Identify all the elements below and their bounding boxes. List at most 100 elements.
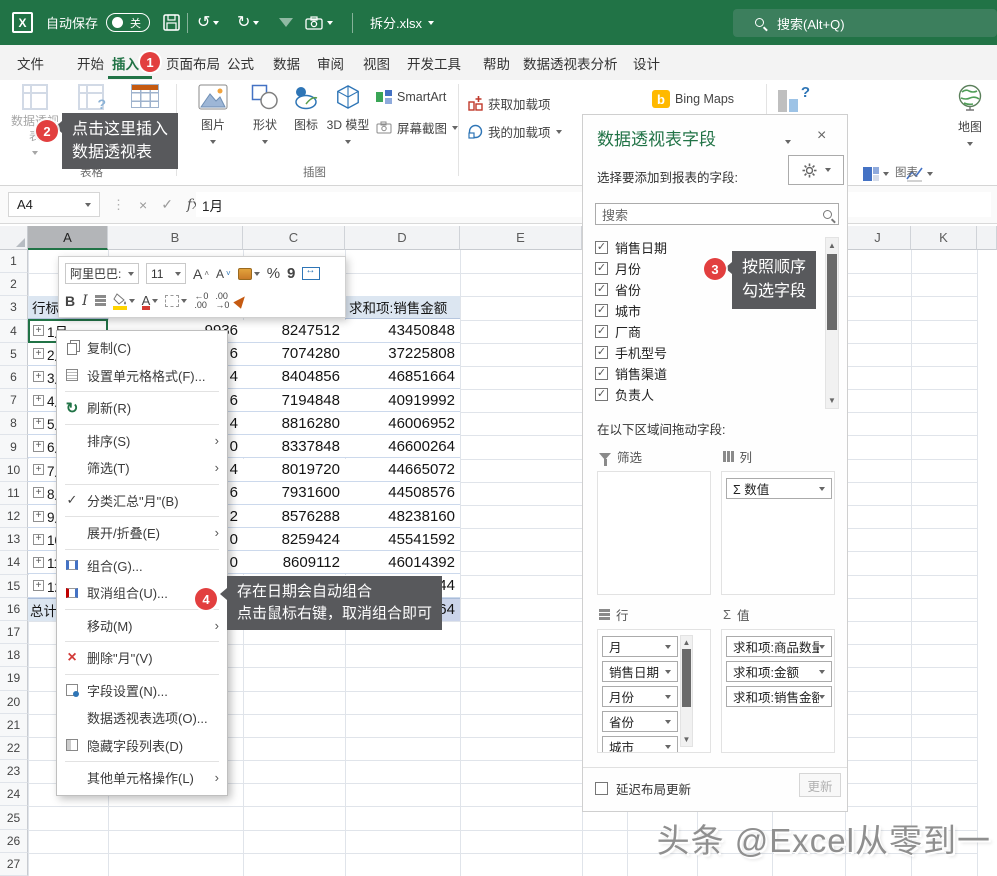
row-header-9[interactable]: 9: [0, 435, 28, 459]
column-header-J[interactable]: J: [845, 226, 911, 250]
menu-item-7[interactable]: 组合(G)...: [57, 552, 227, 580]
chart-type-button-1[interactable]: [862, 166, 889, 182]
row-header-10[interactable]: 10: [0, 458, 28, 482]
search-box[interactable]: 搜索(Alt+Q): [733, 9, 997, 37]
expand-icon[interactable]: +: [33, 533, 44, 545]
panel-options-button[interactable]: [785, 133, 791, 147]
cell-C14[interactable]: 8609112: [243, 551, 345, 575]
camera-button[interactable]: [305, 0, 333, 45]
menu-item-13[interactable]: 隐藏字段列表(D): [57, 732, 227, 760]
row-header-15[interactable]: 15: [0, 574, 28, 598]
menu-item-14[interactable]: 其他单元格操作(L) ›: [57, 764, 227, 792]
save-button[interactable]: [163, 0, 180, 45]
expand-icon[interactable]: +: [33, 348, 44, 360]
row-header-26[interactable]: 26: [0, 829, 28, 853]
expand-icon[interactable]: +: [33, 394, 44, 406]
values-chip-0[interactable]: 求和项:商品数量: [726, 636, 832, 657]
rows-chip-2[interactable]: 月份: [602, 686, 678, 707]
row-header-3[interactable]: 3: [0, 296, 28, 320]
filters-area-box[interactable]: [597, 471, 711, 595]
row-header-23[interactable]: 23: [0, 760, 28, 784]
cell-C9[interactable]: 8337848: [243, 435, 345, 459]
row-header-22[interactable]: 22: [0, 736, 28, 761]
tab-插入[interactable]: 插入: [112, 45, 139, 80]
italic-button[interactable]: I: [82, 293, 88, 309]
cell-D8[interactable]: 46006952: [345, 412, 460, 436]
bing-maps-button[interactable]: b Bing Maps: [652, 90, 734, 108]
cell-C5[interactable]: 7074280: [243, 342, 345, 366]
row-header-1[interactable]: 1: [0, 250, 28, 274]
recommended-charts-button[interactable]: ?: [778, 84, 810, 112]
autosave-toggle[interactable]: 关: [106, 0, 150, 45]
row-header-12[interactable]: 12: [0, 505, 28, 529]
column-header-E[interactable]: E: [460, 226, 582, 250]
values-chip-1[interactable]: 求和项:金额: [726, 661, 832, 682]
tab-设计[interactable]: 设计: [633, 45, 660, 80]
field-checkbox[interactable]: ✓: [595, 304, 608, 317]
cell-C6[interactable]: 8404856: [243, 365, 345, 389]
field-checkbox[interactable]: ✓: [595, 346, 608, 359]
border-style-dropdown[interactable]: [165, 294, 188, 307]
format-painter-button[interactable]: [233, 292, 250, 309]
decrease-font-button[interactable]: A ˅: [216, 267, 231, 281]
undo-button[interactable]: ↺: [197, 0, 220, 45]
select-all-corner[interactable]: [0, 226, 28, 250]
tab-视图[interactable]: 视图: [363, 45, 390, 80]
get-addins-button[interactable]: 获取加载项: [468, 94, 551, 113]
name-box-splitter[interactable]: ⋮: [112, 197, 125, 213]
row-header-24[interactable]: 24: [0, 783, 28, 807]
redo-button[interactable]: ↻: [237, 0, 260, 45]
field-search-input[interactable]: 搜索: [595, 203, 839, 225]
columns-area-box[interactable]: Σ 数值: [721, 471, 835, 595]
document-title[interactable]: 拆分.xlsx: [370, 0, 435, 45]
screenshot-button[interactable]: 屏幕截图: [376, 118, 459, 137]
map-button[interactable]: 地图: [946, 84, 994, 150]
cell-C8[interactable]: 8816280: [243, 412, 345, 436]
row-header-6[interactable]: 6: [0, 365, 28, 390]
cancel-button[interactable]: ×: [139, 197, 147, 213]
columns-chip-0[interactable]: Σ 数值: [726, 478, 832, 499]
row-header-16[interactable]: 16: [0, 597, 28, 621]
tab-文件[interactable]: 文件: [17, 45, 44, 80]
smartart-button[interactable]: SmartArt: [376, 90, 446, 104]
cell-D14[interactable]: 46014392: [345, 551, 460, 575]
expand-icon[interactable]: +: [33, 371, 44, 383]
row-header-8[interactable]: 8: [0, 412, 28, 436]
row-header-5[interactable]: 5: [0, 342, 28, 366]
cell-C7[interactable]: 7194848: [243, 389, 345, 413]
comma-style-button[interactable]: 9: [287, 265, 295, 282]
row-header-27[interactable]: 27: [0, 852, 28, 876]
pivot-style-dropdown[interactable]: [237, 267, 260, 280]
filter-button[interactable]: [279, 0, 293, 45]
menu-item-12[interactable]: 数据透视表选项(O)...: [57, 704, 227, 732]
column-header-C[interactable]: C: [243, 226, 345, 250]
field-checkbox[interactable]: ✓: [595, 262, 608, 275]
rows-chip-1[interactable]: 销售日期: [602, 661, 678, 682]
cell-C13[interactable]: 8259424: [243, 528, 345, 552]
update-button[interactable]: 更新: [799, 773, 841, 797]
font-color-dropdown[interactable]: A: [141, 293, 159, 310]
borders-lines-button[interactable]: [94, 295, 106, 306]
table-button[interactable]: [118, 84, 172, 112]
menu-item-9[interactable]: 移动(M) ›: [57, 612, 227, 640]
expand-icon[interactable]: +: [33, 417, 44, 429]
expand-icon[interactable]: +: [33, 580, 44, 592]
my-addins-button[interactable]: 我的加载项: [468, 122, 562, 141]
fill-color-dropdown[interactable]: [112, 293, 135, 310]
field-list-scrollbar[interactable]: ▲ ▼: [825, 237, 839, 409]
enter-button[interactable]: ✓: [161, 196, 173, 213]
row-header-4[interactable]: 4: [0, 319, 28, 343]
cell-C12[interactable]: 8576288: [243, 505, 345, 529]
field-checkbox[interactable]: ✓: [595, 283, 608, 296]
tab-帮助[interactable]: 帮助: [483, 45, 510, 80]
expand-icon[interactable]: +: [33, 510, 44, 522]
increase-decimal-button[interactable]: ←0.00: [194, 291, 208, 310]
decrease-decimal-button[interactable]: .00 →0: [215, 291, 229, 310]
menu-item-2[interactable]: ↻ 刷新(R): [57, 394, 227, 422]
icons-button[interactable]: 图标: [288, 84, 324, 133]
cell-D11[interactable]: 44508576: [345, 481, 460, 505]
field-checkbox[interactable]: ✓: [595, 367, 608, 380]
field-item-负责人[interactable]: ✓ 负责人: [595, 384, 823, 405]
tab-数据[interactable]: 数据: [273, 45, 300, 80]
rows-chip-3[interactable]: 省份: [602, 711, 678, 732]
